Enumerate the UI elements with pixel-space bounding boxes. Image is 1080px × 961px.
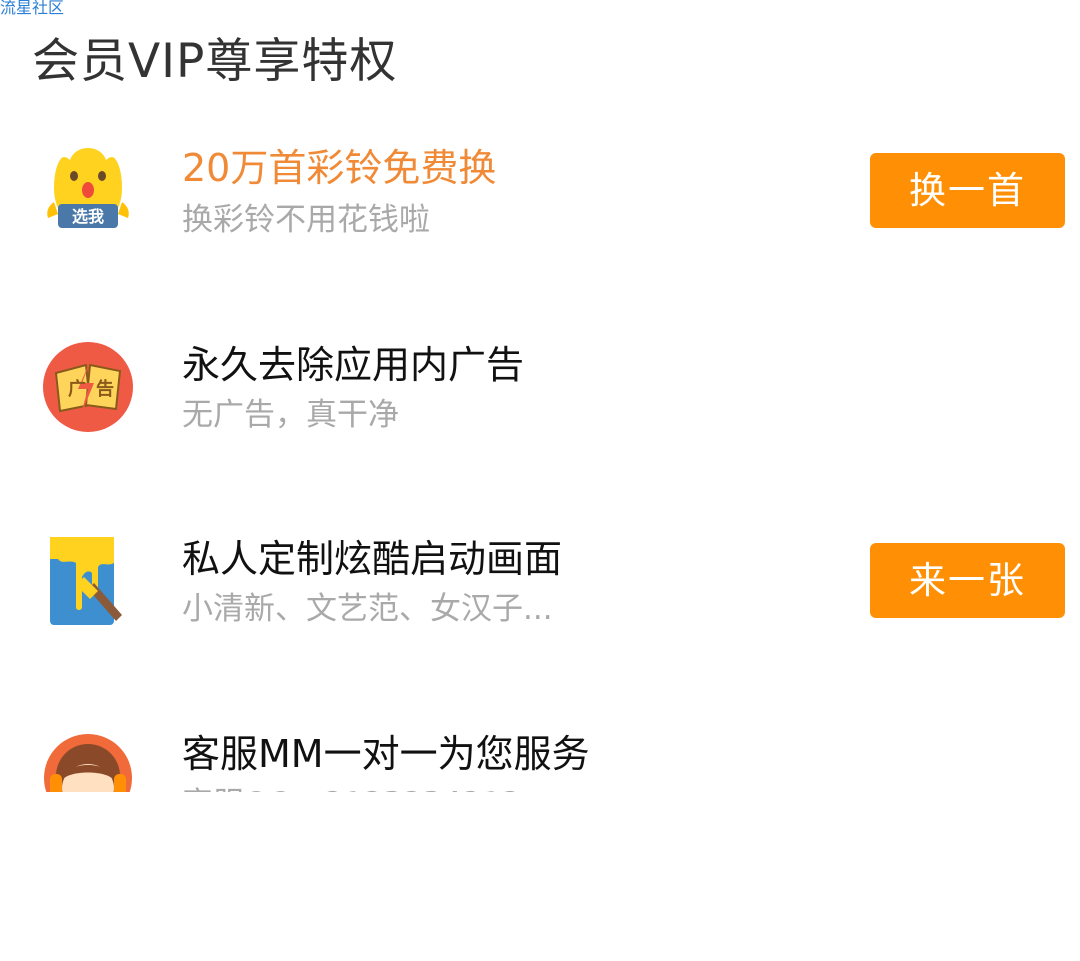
content-clip-area (0, 792, 1080, 961)
svg-text:告: 告 (96, 378, 114, 400)
chick-icon: 选我 (40, 142, 136, 238)
get-splash-button[interactable]: 来一张 (870, 543, 1065, 618)
privilege-item-no-ads[interactable]: 广 告 永久去除应用内广告 无广告，真干净 (0, 337, 1080, 477)
no-ads-icon: 广 告 (40, 339, 136, 435)
item-title: 20万首彩铃免费换 (182, 146, 497, 190)
item-title: 客服MM一对一为您服务 (182, 732, 590, 776)
chick-icon-badge: 选我 (72, 207, 104, 226)
privilege-item-ringtone[interactable]: 选我 20万首彩铃免费换 换彩铃不用花钱啦 换一首 (0, 140, 1080, 280)
item-title: 私人定制炫酷启动画面 (182, 537, 563, 581)
change-ringtone-button[interactable]: 换一首 (870, 153, 1065, 228)
paint-brush-icon (40, 533, 136, 629)
privilege-item-splash[interactable]: 私人定制炫酷启动画面 小清新、文艺范、女汉子... 来一张 (0, 533, 1080, 673)
watermark: 流星社区 (0, 0, 65, 17)
section-title: 会员VIP尊享特权 (32, 34, 398, 89)
item-subtitle: 换彩铃不用花钱啦 (182, 202, 430, 238)
svg-text:广: 广 (68, 378, 86, 400)
item-subtitle: 小清新、文艺范、女汉子... (182, 591, 553, 627)
item-title: 永久去除应用内广告 (182, 343, 525, 387)
item-subtitle: 无广告，真干净 (182, 397, 399, 433)
